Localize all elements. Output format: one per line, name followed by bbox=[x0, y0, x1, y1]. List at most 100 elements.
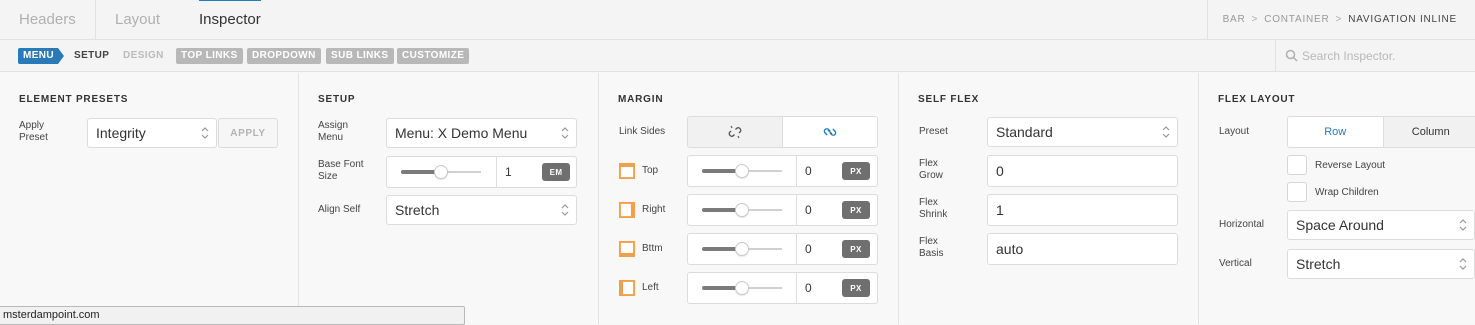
margin-top-slider[interactable]: 0 PX bbox=[687, 155, 878, 187]
flex-preset-select[interactable]: Standard bbox=[987, 117, 1178, 147]
unlink-sides-button[interactable] bbox=[688, 117, 782, 147]
unlink-icon bbox=[728, 125, 742, 139]
link-icon bbox=[823, 125, 837, 139]
base-font-size-label: Base Font Size bbox=[318, 159, 373, 183]
tab-divider bbox=[95, 0, 96, 40]
assign-menu-select[interactable]: Menu: X Demo Menu bbox=[386, 118, 577, 148]
margin-bottom-icon bbox=[619, 241, 635, 257]
preset-select[interactable]: Integrity bbox=[87, 118, 217, 148]
layout-direction-toggle: Row Column bbox=[1287, 116, 1475, 148]
tab-inspector[interactable]: Inspector bbox=[199, 0, 261, 40]
flex-basis-input[interactable]: auto bbox=[987, 233, 1178, 265]
horizontal-align-select[interactable]: Space Around bbox=[1287, 210, 1475, 240]
panel-margin: MARGIN Link Sides Top 0 PX Ri bbox=[599, 73, 899, 324]
select-arrows-icon bbox=[1459, 257, 1467, 271]
top-tab-bar: Headers Layout Inspector BAR>CONTAINER>N… bbox=[0, 0, 1475, 40]
subtab-customize[interactable]: CUSTOMIZE bbox=[397, 48, 469, 64]
slider-divider bbox=[796, 234, 797, 264]
slider-divider bbox=[496, 157, 497, 187]
status-url-bar: msterdampoint.com bbox=[0, 306, 465, 325]
select-arrows-icon bbox=[1162, 125, 1170, 139]
breadcrumb-container[interactable]: CONTAINER bbox=[1264, 14, 1329, 25]
panel-flex-layout: FLEX LAYOUT Layout Row Column Reverse La… bbox=[1199, 73, 1475, 324]
breadcrumb-bar[interactable]: BAR bbox=[1223, 14, 1246, 25]
tab-headers[interactable]: Headers bbox=[19, 0, 76, 40]
margin-bottom-value[interactable]: 0 bbox=[805, 234, 812, 264]
panel-element-presets: ELEMENT PRESETS Apply Preset Integrity A… bbox=[0, 73, 299, 324]
select-arrows-icon bbox=[561, 203, 569, 217]
reverse-layout-label: Reverse Layout bbox=[1315, 160, 1385, 171]
margin-top-label: Top bbox=[642, 165, 658, 177]
select-arrows-icon bbox=[1459, 218, 1467, 232]
slider-divider bbox=[796, 156, 797, 186]
font-size-value[interactable]: 1 bbox=[505, 157, 512, 187]
assign-menu-label: Assign Menu bbox=[318, 120, 373, 144]
slider-knob[interactable] bbox=[735, 164, 749, 178]
subtab-menu[interactable]: MENU bbox=[18, 48, 59, 64]
link-sides-button[interactable] bbox=[782, 117, 877, 147]
search-input[interactable] bbox=[1302, 46, 1472, 66]
margin-left-unit-button[interactable]: PX bbox=[842, 279, 870, 297]
search-icon bbox=[1285, 49, 1298, 62]
tab-layout[interactable]: Layout bbox=[115, 0, 160, 40]
select-arrows-icon bbox=[201, 126, 209, 140]
subtab-dropdown[interactable]: DROPDOWN bbox=[247, 48, 321, 64]
margin-top-value[interactable]: 0 bbox=[805, 156, 812, 186]
margin-left-slider[interactable]: 0 PX bbox=[687, 272, 878, 304]
layout-column-button[interactable]: Column bbox=[1383, 117, 1475, 147]
flex-grow-label: Flex Grow bbox=[919, 158, 959, 182]
link-sides-toggle bbox=[687, 116, 878, 148]
margin-top-icon bbox=[619, 163, 635, 179]
margin-bottom-slider[interactable]: 0 PX bbox=[687, 233, 878, 265]
flex-preset-value: Standard bbox=[996, 118, 1053, 146]
margin-bottom-unit-button[interactable]: PX bbox=[842, 240, 870, 258]
reverse-layout-checkbox[interactable] bbox=[1287, 155, 1307, 175]
panel-title: SETUP bbox=[318, 94, 355, 105]
margin-right-slider[interactable]: 0 PX bbox=[687, 194, 878, 226]
base-font-size-slider[interactable]: 1 EM bbox=[386, 156, 577, 188]
align-self-select[interactable]: Stretch bbox=[386, 195, 577, 225]
subtab-menu-arrow bbox=[58, 48, 74, 64]
margin-right-label: Right bbox=[642, 204, 665, 216]
horizontal-align-value: Space Around bbox=[1296, 211, 1384, 239]
panel-self-flex: SELF FLEX Preset Standard Flex Grow 0 Fl… bbox=[899, 73, 1199, 324]
vertical-align-select[interactable]: Stretch bbox=[1287, 249, 1475, 279]
flex-shrink-label: Flex Shrink bbox=[919, 197, 959, 221]
wrap-children-label: Wrap Children bbox=[1315, 187, 1379, 198]
margin-right-icon bbox=[619, 202, 635, 218]
margin-bottom-label: Bttm bbox=[642, 243, 663, 255]
slider-knob[interactable] bbox=[434, 165, 448, 179]
margin-left-value[interactable]: 0 bbox=[805, 273, 812, 303]
slider-knob[interactable] bbox=[735, 203, 749, 217]
wrap-children-checkbox[interactable] bbox=[1287, 182, 1307, 202]
inspector-subtab-bar: MENU SETUP DESIGN TOP LINKS DROPDOWN SUB… bbox=[0, 40, 1475, 72]
panel-setup: SETUP Assign Menu Menu: X Demo Menu Base… bbox=[299, 73, 599, 324]
apply-preset-label: Apply Preset bbox=[19, 120, 69, 144]
subtab-design[interactable]: DESIGN bbox=[123, 48, 164, 64]
subtab-setup[interactable]: SETUP bbox=[74, 48, 109, 64]
subtab-top-links[interactable]: TOP LINKS bbox=[176, 48, 243, 64]
flex-grow-input[interactable]: 0 bbox=[987, 155, 1178, 187]
flex-basis-label: Flex Basis bbox=[919, 236, 959, 260]
subtab-sub-links[interactable]: SUB LINKS bbox=[326, 48, 394, 64]
horizontal-label: Horizontal bbox=[1219, 219, 1264, 231]
apply-button[interactable]: APPLY bbox=[218, 118, 278, 148]
flex-preset-label: Preset bbox=[919, 126, 948, 138]
select-arrows-icon bbox=[561, 126, 569, 140]
layout-label: Layout bbox=[1219, 126, 1249, 138]
slider-knob[interactable] bbox=[735, 281, 749, 295]
breadcrumb-divider bbox=[1207, 0, 1208, 40]
flex-shrink-input[interactable]: 1 bbox=[987, 194, 1178, 226]
margin-right-unit-button[interactable]: PX bbox=[842, 201, 870, 219]
panel-title: FLEX LAYOUT bbox=[1218, 94, 1295, 105]
margin-top-unit-button[interactable]: PX bbox=[842, 162, 870, 180]
layout-row-button[interactable]: Row bbox=[1288, 117, 1383, 147]
margin-right-value[interactable]: 0 bbox=[805, 195, 812, 225]
flex-shrink-value: 1 bbox=[996, 195, 1004, 225]
panel-title: ELEMENT PRESETS bbox=[19, 94, 128, 105]
breadcrumb: BAR>CONTAINER>NAVIGATION INLINE bbox=[1223, 0, 1457, 40]
margin-left-icon bbox=[619, 280, 635, 296]
font-size-unit-button[interactable]: EM bbox=[542, 163, 570, 181]
search-box bbox=[1275, 40, 1475, 71]
slider-knob[interactable] bbox=[735, 242, 749, 256]
